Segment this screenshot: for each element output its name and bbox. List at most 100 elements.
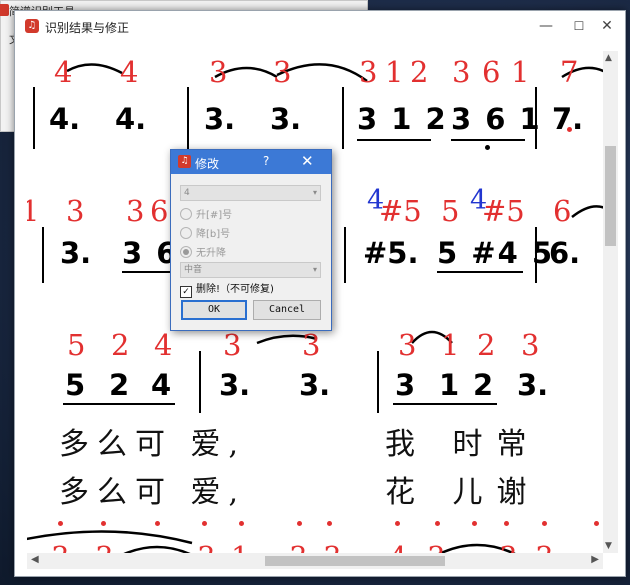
note[interactable]: 4. [115,105,146,134]
note[interactable]: 4 [151,371,171,400]
recognized-digit[interactable]: 6 [482,58,500,87]
underline [437,271,523,273]
vertical-scroll-thumb[interactable] [605,146,616,246]
recognized-digit[interactable]: 3 [197,543,215,554]
vertical-scrollbar[interactable]: ▲ ▼ [603,51,618,553]
delete-checkbox[interactable]: ✓ 删除!（不可修复) [180,280,274,298]
recognized-digit[interactable]: 3 [521,331,539,360]
recognized-digit[interactable]: #5 [379,197,422,226]
minimize-button[interactable]: — [535,15,557,37]
recognized-digit[interactable]: 3 [302,331,320,360]
radio-circle-selected [180,246,192,258]
recognized-digit[interactable]: 4 [120,58,138,87]
note[interactable]: 6. [549,239,580,268]
dialog-title: 修改 [195,157,220,171]
bar-line [535,227,537,283]
note[interactable]: 3. [204,105,235,134]
recognized-digit[interactable]: 4 [389,543,407,554]
note[interactable]: 2 [109,371,129,400]
octave-select[interactable]: 中音 ▾ [180,262,321,278]
pitch-select[interactable]: 4 ▾ [180,185,321,201]
note[interactable]: #5. [363,239,419,268]
bar-line [187,87,189,149]
lyric-line: 多么可 爱, [59,427,247,462]
bar-line [42,227,44,283]
recognized-digit[interactable]: 3 [323,543,341,554]
recognized-digit[interactable]: #5 [482,197,525,226]
recognized-digit[interactable]: 1 [385,58,403,87]
scroll-down-icon[interactable]: ▼ [605,541,612,551]
recognized-digit[interactable]: 3 [398,331,416,360]
recognized-digit[interactable]: 4 [54,58,72,87]
recognized-digit[interactable]: 3 [289,543,307,554]
flat-radio[interactable]: 降[b]号 [180,225,230,240]
note[interactable]: 3. [517,371,548,400]
note[interactable]: 3. [219,371,250,400]
recognized-digit[interactable]: 6 [150,197,168,226]
horizontal-scroll-thumb[interactable] [265,556,445,566]
underline [451,139,525,141]
recognized-digit[interactable]: 1 [231,543,249,554]
recognized-digit[interactable]: 1 [27,197,39,226]
note[interactable]: 3 [395,371,415,400]
recognized-digit[interactable]: 3 [452,58,470,87]
recognized-digit[interactable]: 3 [535,543,553,554]
cancel-button[interactable]: Cancel [253,300,321,320]
dialog-title-bar[interactable]: ♫ 修改 ? ✕ [171,150,331,174]
scroll-left-icon[interactable]: ◀ [31,554,39,565]
recognized-digit[interactable]: 5 [67,331,85,360]
recognized-digit[interactable]: 3 [51,543,69,554]
lyric-line: 我 时常 [385,427,541,462]
note[interactable]: 3. [270,105,301,134]
red-dot [567,127,572,132]
recognized-digit[interactable]: 1 [441,331,459,360]
recognized-digit[interactable]: 5 [441,197,459,226]
ok-button[interactable]: OK [181,300,247,320]
red-dot [202,521,207,526]
red-dot [239,521,244,526]
modify-dialog[interactable]: ♫ 修改 ? ✕ 4 ▾ 升[#]号 降[b]号 无升降 中音 ▾ ✓ 删除!（不… [170,149,332,331]
note[interactable]: 3. [299,371,330,400]
red-dot [472,521,477,526]
recognized-digit[interactable]: 3 [499,543,517,554]
window-title: 识别结果与修正 [45,21,130,35]
recognized-digit[interactable]: 4 [154,331,172,360]
recognized-digit[interactable]: 3 [427,543,445,554]
recognized-digit[interactable]: 6 [553,197,571,226]
maximize-button[interactable]: ☐ [568,15,590,37]
bar-line [342,87,344,149]
recognized-digit[interactable]: 3 [359,58,385,87]
sharp-label: 升[#]号 [196,210,233,221]
recognized-digit[interactable]: 2 [477,331,495,360]
note[interactable]: 2 [473,371,493,400]
recognized-digit[interactable]: 7 [560,58,578,87]
red-dot [101,521,106,526]
recognized-digit[interactable]: 3 [126,197,144,226]
natural-label: 无升降 [196,248,226,259]
recognized-digit[interactable]: 3 [223,331,241,360]
bar-line [377,351,379,413]
note[interactable]: 3 1 2 [357,105,448,134]
recognized-digit[interactable]: 3 [209,58,227,87]
natural-radio[interactable]: 无升降 [180,244,226,259]
scroll-right-icon[interactable]: ▶ [591,554,599,565]
close-button[interactable]: ✕ [596,15,618,37]
title-bar[interactable]: ♫ 识别结果与修正 — ☐ ✕ [15,11,625,41]
delete-label: 删除!（不可修复) [196,284,274,295]
recognized-digit[interactable]: 1 [511,58,529,87]
note[interactable]: 3. [60,239,91,268]
recognized-digit[interactable]: 3 [273,58,291,87]
scroll-up-icon[interactable]: ▲ [605,53,612,63]
help-button[interactable]: ? [263,154,269,168]
recognized-digit[interactable]: 2 [111,331,129,360]
recognized-digit[interactable]: 3 [95,543,113,554]
recognized-digit[interactable]: 3 [66,197,84,226]
note[interactable]: 1 [439,371,459,400]
recognized-digit[interactable]: 2 [410,58,428,87]
note[interactable]: 4. [49,105,80,134]
sharp-radio[interactable]: 升[#]号 [180,206,232,221]
note[interactable]: 5 [65,371,85,400]
note[interactable]: 3 6 1 [451,105,542,134]
horizontal-scrollbar[interactable]: ◀ ▶ [27,553,603,569]
dialog-close-button[interactable]: ✕ [301,152,314,170]
